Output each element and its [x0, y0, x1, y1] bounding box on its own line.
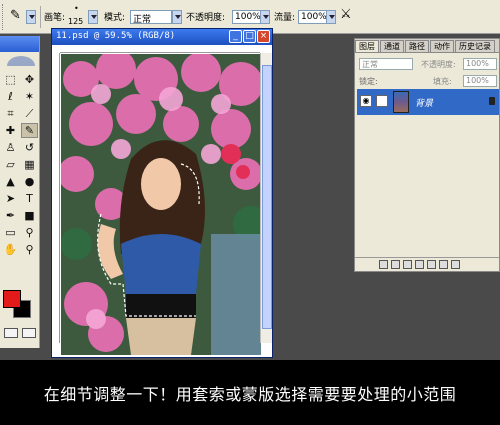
maximize-button[interactable]: □ — [243, 30, 256, 43]
layer-thumbnail — [393, 91, 409, 113]
tools-titlebar[interactable] — [0, 36, 39, 52]
layer-row-background[interactable]: ◉ 背景 — [357, 89, 499, 115]
blur-icon[interactable]: ▲ — [2, 174, 19, 189]
close-button[interactable]: × — [257, 30, 270, 43]
eyedropper-icon[interactable]: ⚲ — [21, 225, 38, 240]
brush-preview-dot[interactable]: • — [74, 4, 79, 13]
opacity-input[interactable]: 100% — [232, 10, 262, 24]
stamp-icon[interactable]: ♙ — [2, 140, 19, 155]
mode-select[interactable]: 正常 — [130, 10, 172, 25]
pen-icon[interactable]: ✒ — [2, 208, 19, 223]
notes-icon[interactable]: ▭ — [2, 225, 19, 240]
standard-mode-icon[interactable] — [4, 328, 18, 338]
lock-icon — [489, 97, 495, 105]
tab-actions[interactable]: 动作 — [430, 40, 454, 52]
tool-preset-dropdown[interactable] — [26, 10, 36, 24]
new-layer-icon[interactable] — [439, 260, 448, 269]
marquee-icon[interactable]: ⬚ — [2, 72, 19, 87]
trash-icon[interactable] — [451, 260, 460, 269]
window-controls: _ □ × — [229, 30, 270, 43]
hand-icon[interactable]: ✋ — [2, 242, 19, 257]
fill-label: 填充: — [433, 77, 452, 86]
brush-size[interactable]: 125 — [68, 17, 83, 26]
photoshop-screen: ✎ 画笔: • 125 模式: 正常 不透明度: 100% 流量: 100% ⚔… — [0, 0, 500, 425]
group-icon[interactable] — [427, 260, 436, 269]
airbrush-icon[interactable]: ⚔ — [340, 7, 352, 22]
history-brush-icon[interactable]: ↺ — [21, 140, 38, 155]
photo-image — [61, 54, 261, 355]
tab-channels[interactable]: 通道 — [380, 40, 404, 52]
tab-paths[interactable]: 路径 — [405, 40, 429, 52]
brush-picker-dropdown[interactable] — [88, 10, 98, 24]
path-select-icon[interactable]: ➤ — [2, 191, 19, 206]
layer-link-cell[interactable] — [376, 95, 388, 107]
photoshop-feather-logo — [7, 56, 35, 66]
slice-icon[interactable]: ⟋ — [21, 106, 38, 121]
layer-opacity-input[interactable]: 100% — [463, 58, 497, 70]
adjustment-icon[interactable] — [415, 260, 424, 269]
foreground-color-swatch[interactable] — [3, 290, 21, 308]
flow-input[interactable]: 100% — [298, 10, 328, 24]
tab-layers[interactable]: 图层 — [355, 40, 379, 52]
crop-icon[interactable]: ⌗ — [2, 106, 19, 121]
opacity-slider-toggle[interactable] — [260, 10, 270, 24]
tutorial-caption: 在细节调整一下！用套索或蒙版选择需要要处理的小范围 — [0, 360, 500, 425]
photo-canvas[interactable] — [61, 54, 261, 355]
fill-input[interactable]: 100% — [463, 75, 497, 87]
zoom-icon[interactable]: ⚲ — [21, 242, 38, 257]
brush-tool-icon[interactable]: ✎ — [10, 8, 21, 23]
document-window: 11.psd @ 59.5% (RGB/8) _ □ × — [51, 28, 273, 358]
layer-style-icon[interactable] — [391, 260, 400, 269]
healing-icon[interactable]: ✚ — [2, 123, 19, 138]
minimize-button[interactable]: _ — [229, 30, 242, 43]
vertical-ruler — [52, 53, 60, 343]
blend-mode-select[interactable]: 正常 — [359, 58, 413, 70]
mode-label: 模式: — [104, 13, 126, 23]
layers-panel: 图层 通道 路径 动作 历史记录 正常 不透明度: 100% 锁定: 填充: 1… — [354, 38, 500, 272]
flow-label: 流量: — [274, 13, 296, 23]
eye-icon[interactable]: ◉ — [360, 95, 372, 107]
mask-icon[interactable] — [403, 260, 412, 269]
tab-history[interactable]: 历史记录 — [455, 40, 495, 52]
quick-mask-icon[interactable] — [22, 328, 36, 338]
lock-label: 锁定: — [359, 77, 378, 86]
layer-name[interactable]: 背景 — [415, 96, 433, 109]
type-icon[interactable]: T — [21, 191, 38, 206]
brush-icon[interactable]: ✎ — [21, 123, 38, 138]
horizontal-ruler — [60, 45, 260, 53]
flow-slider-toggle[interactable] — [326, 10, 336, 24]
tools-panel: ⬚ ✥ ℓ ✶ ⌗ ⟋ ✚ ✎ ♙ ↺ ▱ ▦ ▲ ● ➤ T ✒ ■ ▭ ⚲ … — [0, 36, 40, 348]
gradient-icon[interactable]: ▦ — [21, 157, 38, 172]
brush-label: 画笔: — [44, 13, 66, 23]
separator — [40, 6, 41, 28]
layer-opacity-label: 不透明度: — [421, 60, 456, 69]
shape-icon[interactable]: ■ — [21, 208, 38, 223]
vertical-scrollbar[interactable] — [260, 53, 272, 343]
eraser-icon[interactable]: ▱ — [2, 157, 19, 172]
layers-footer — [355, 257, 499, 271]
panel-tabs: 图层 通道 路径 动作 历史记录 — [355, 39, 499, 53]
options-grip[interactable] — [2, 4, 6, 30]
lasso-icon[interactable]: ℓ — [2, 89, 19, 104]
opacity-label: 不透明度: — [186, 13, 226, 23]
tool-grid: ⬚ ✥ ℓ ✶ ⌗ ⟋ ✚ ✎ ♙ ↺ ▱ ▦ ▲ ● ➤ T ✒ ■ ▭ ⚲ … — [2, 72, 38, 257]
move-icon[interactable]: ✥ — [21, 72, 38, 87]
magic-wand-icon[interactable]: ✶ — [21, 89, 38, 104]
link-icon[interactable] — [379, 260, 388, 269]
scrollbar-thumb[interactable] — [262, 65, 272, 329]
dodge-icon[interactable]: ● — [21, 174, 38, 189]
mode-dropdown[interactable] — [172, 10, 182, 24]
